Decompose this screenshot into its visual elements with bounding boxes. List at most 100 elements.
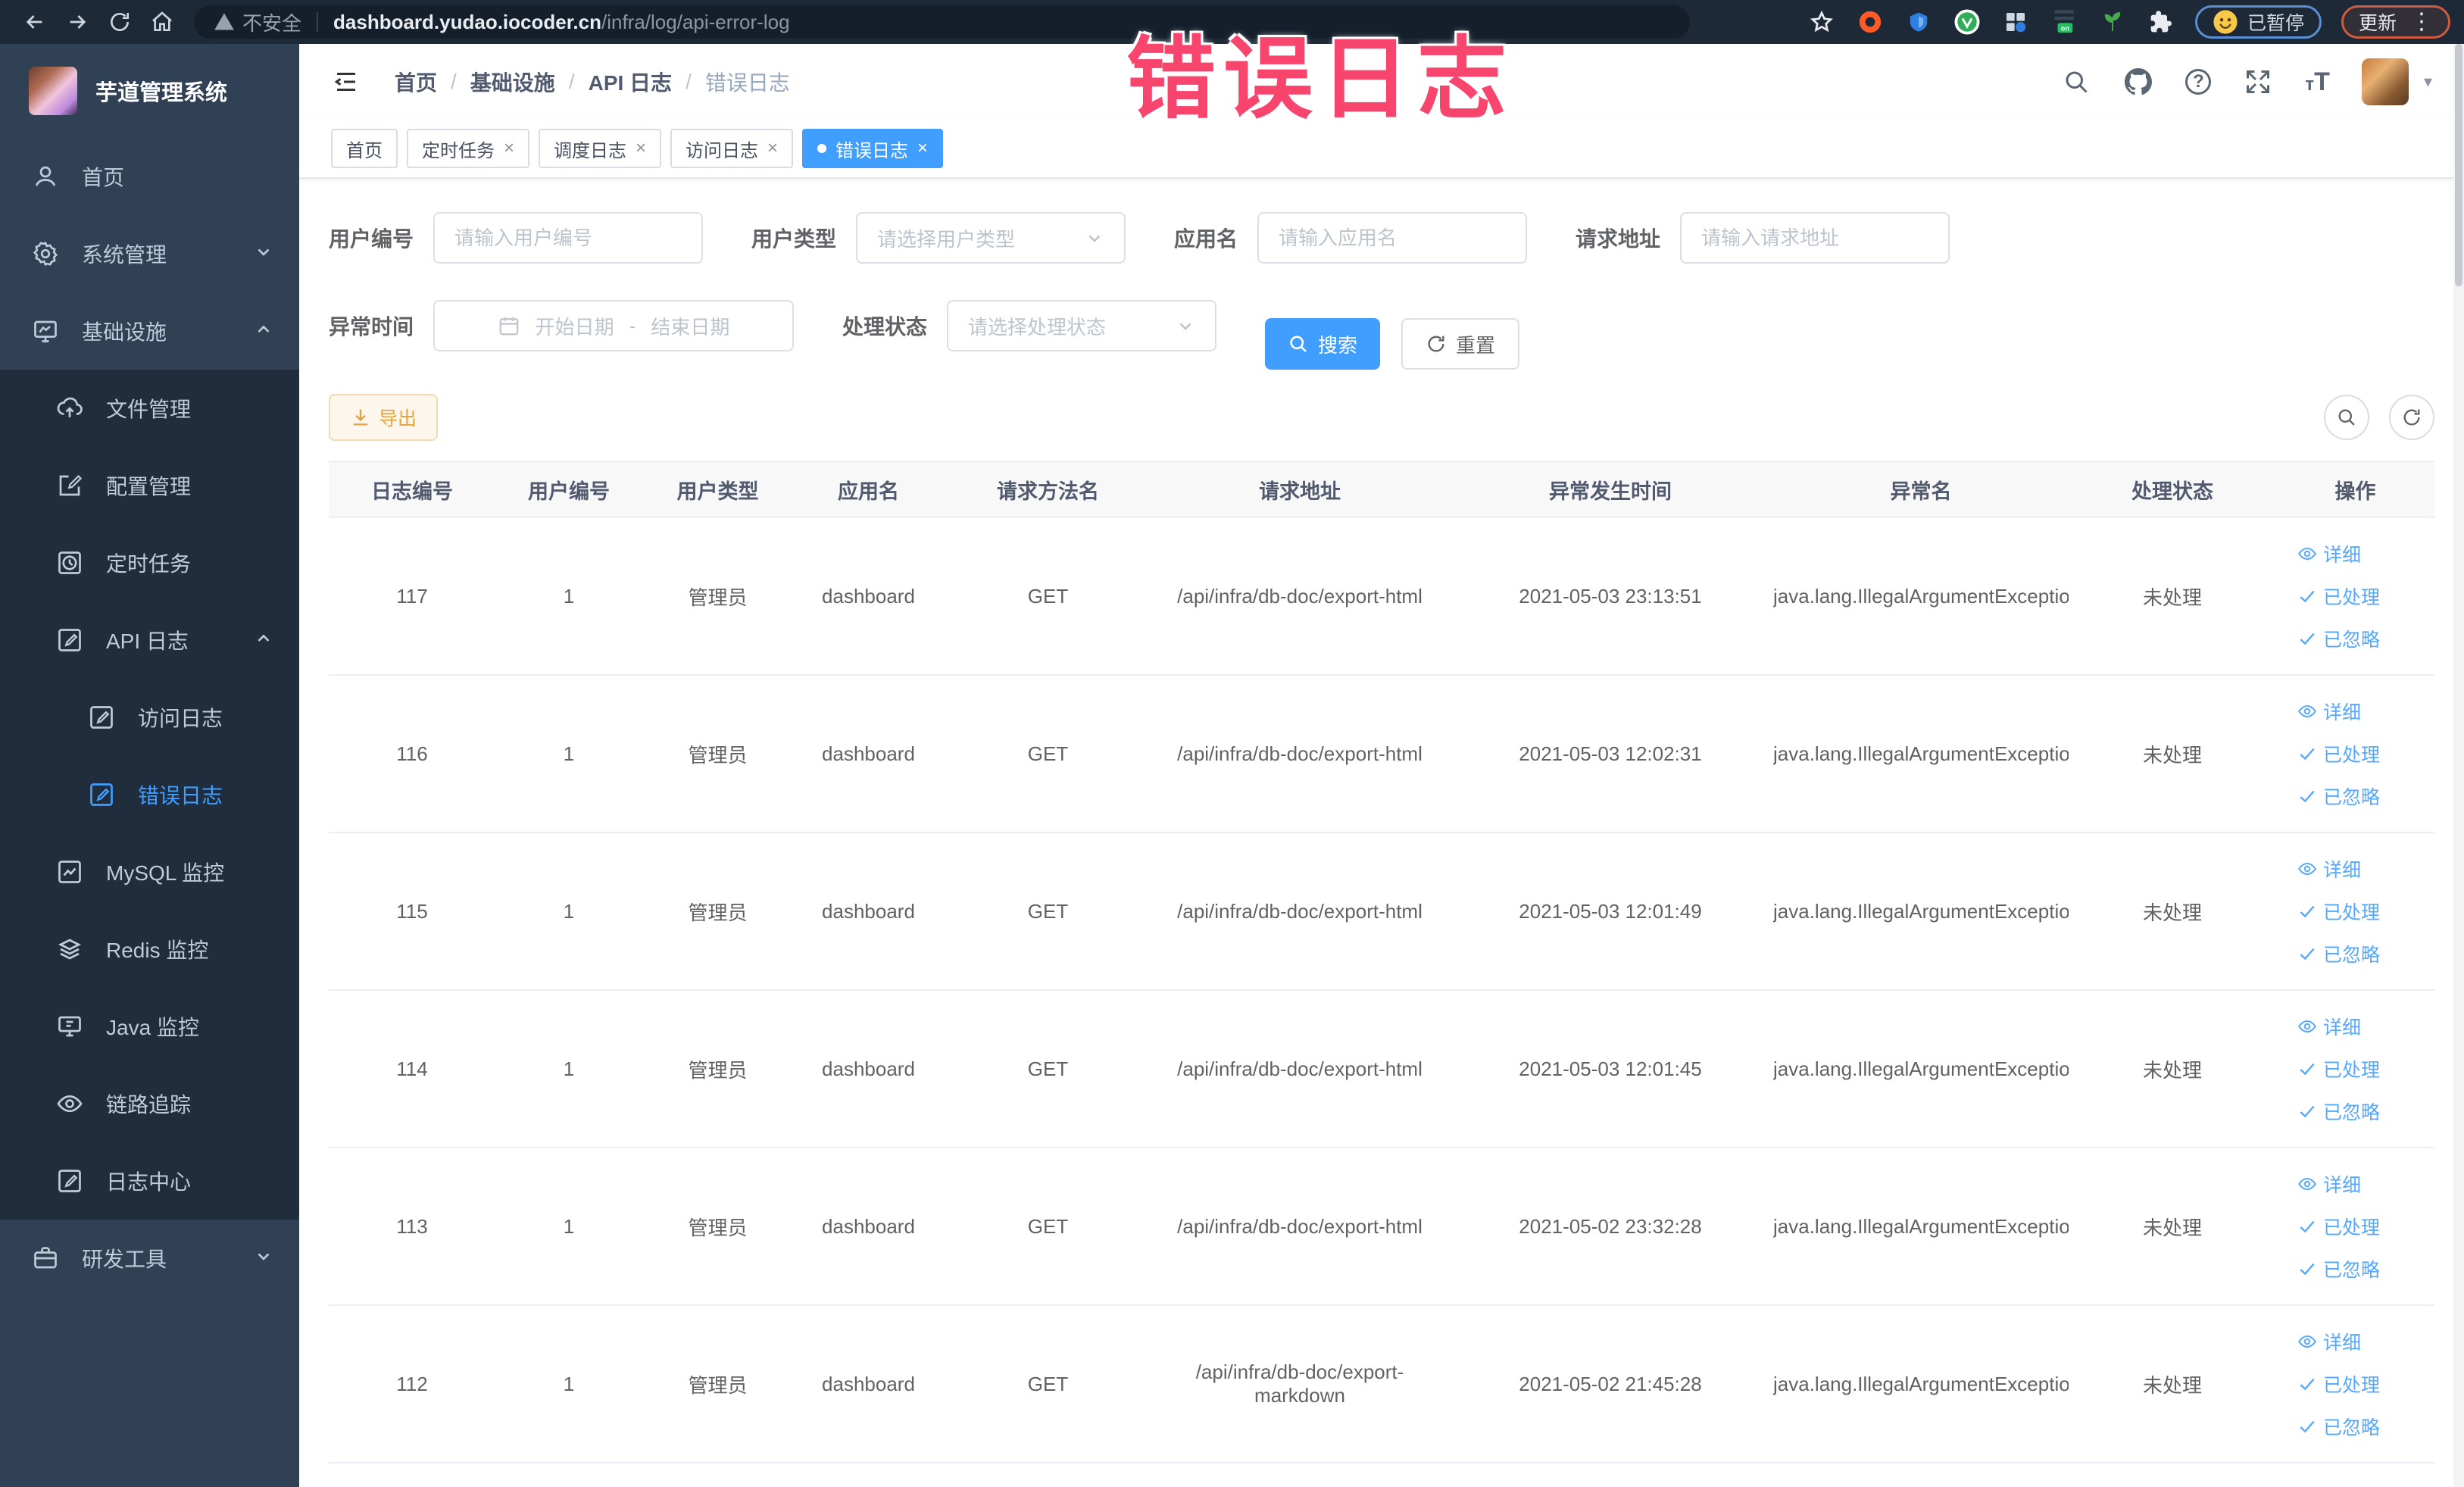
sidebar-item-dev-tools[interactable]: 研发工具	[0, 1220, 299, 1297]
browser-reload-icon[interactable]	[98, 5, 141, 39]
table-toolbar: 导出	[329, 394, 2434, 441]
sidebar-item-system[interactable]: 系统管理	[0, 215, 299, 292]
end-date-placeholder: 结束日期	[651, 315, 730, 339]
search-button[interactable]: 搜索	[1265, 318, 1381, 370]
browser-menu-icon[interactable]: ⋮	[2410, 11, 2433, 33]
github-icon[interactable]	[2123, 67, 2153, 97]
user-id-label: 用户编号	[329, 227, 414, 251]
col-app-name: 应用名	[793, 461, 944, 518]
action-detail[interactable]: 详细	[2297, 540, 2361, 567]
chevron-down-icon	[1179, 323, 1191, 330]
user-id-input[interactable]	[433, 212, 704, 264]
action-mark-processed[interactable]: 已处理	[2297, 1213, 2380, 1240]
sidebar-item-infra[interactable]: 基础设施	[0, 292, 299, 370]
refresh-table-button[interactable]	[2389, 395, 2434, 440]
browser-forward-icon[interactable]	[56, 5, 98, 39]
tab-error-log[interactable]: 错误日志 ×	[802, 129, 944, 168]
process-status-select[interactable]: 请选择处理状态	[947, 300, 1217, 351]
browser-home-icon[interactable]	[141, 5, 183, 39]
sidebar-item-error-log[interactable]: 错误日志	[0, 756, 299, 833]
extension-orange-icon[interactable]	[1856, 8, 1885, 36]
help-icon[interactable]: ?	[2185, 69, 2212, 95]
font-size-icon[interactable]: тT	[2305, 67, 2330, 97]
breadcrumb-item[interactable]: 首页	[395, 67, 437, 97]
extension-green-circle-icon[interactable]	[1953, 8, 1982, 36]
cell-user-id: 1	[495, 1305, 642, 1464]
close-icon[interactable]: ×	[636, 138, 646, 159]
sidebar-item-home[interactable]: 首页	[0, 138, 299, 215]
sidebar-fold-icon[interactable]	[331, 67, 361, 97]
paused-extension-badge[interactable]: 已暂停	[2194, 5, 2322, 39]
tab-access-log[interactable]: 访问日志 ×	[670, 129, 794, 168]
user-type-select[interactable]: 请选择用户类型	[856, 212, 1126, 264]
search-button-label: 搜索	[1318, 333, 1358, 357]
action-mark-ignored[interactable]: 已忽略	[2297, 1098, 2380, 1125]
action-mark-ignored[interactable]: 已忽略	[2297, 1413, 2380, 1440]
user-avatar[interactable]	[2361, 58, 2409, 105]
date-range-picker[interactable]: 开始日期 - 结束日期	[433, 300, 795, 351]
app-logo	[29, 67, 77, 115]
sidebar-item-label: 日志中心	[106, 1170, 192, 1194]
tab-scheduled-jobs[interactable]: 定时任务 ×	[407, 129, 530, 168]
avatar-caret-icon[interactable]: ▾	[2424, 72, 2432, 92]
action-mark-processed[interactable]: 已处理	[2297, 898, 2380, 925]
tab-schedule-log[interactable]: 调度日志 ×	[539, 129, 662, 168]
request-url-input[interactable]	[1680, 212, 1950, 264]
extension-blue-shield-icon[interactable]	[1904, 8, 1933, 36]
extensions-puzzle-icon[interactable]	[2147, 8, 2175, 36]
scrollbar-thumb[interactable]	[2455, 44, 2462, 286]
action-detail[interactable]: 详细	[2297, 1170, 2361, 1198]
col-process-status: 处理状态	[2069, 461, 2276, 518]
sidebar-item-config-manage[interactable]: 配置管理	[0, 447, 299, 524]
action-detail[interactable]: 详细	[2297, 1013, 2361, 1040]
close-icon[interactable]: ×	[504, 138, 514, 159]
extension-on-badge-icon[interactable]: on	[2050, 8, 2078, 36]
fullscreen-icon[interactable]	[2243, 67, 2273, 97]
export-button[interactable]: 导出	[329, 394, 439, 441]
sidebar-item-scheduled-jobs[interactable]: 定时任务	[0, 524, 299, 601]
action-mark-processed[interactable]: 已处理	[2297, 740, 2380, 767]
check-icon	[2300, 590, 2315, 603]
reset-button[interactable]: 重置	[1401, 318, 1520, 370]
action-label: 详细	[2323, 1017, 2362, 1039]
action-detail[interactable]: 详细	[2297, 1328, 2361, 1355]
chevron-down-icon	[254, 242, 273, 267]
action-detail[interactable]: 详细	[2297, 855, 2361, 883]
toggle-search-button[interactable]	[2324, 395, 2369, 440]
sidebar-item-access-log[interactable]: 访问日志	[0, 679, 299, 756]
bookmark-star-icon[interactable]	[1807, 8, 1836, 36]
sidebar-item-log-center[interactable]: 日志中心	[0, 1142, 299, 1220]
sidebar-item-java-monitor[interactable]: Java 监控	[0, 988, 299, 1065]
app-name-input[interactable]	[1257, 212, 1528, 264]
action-mark-ignored[interactable]: 已忽略	[2297, 783, 2380, 810]
action-detail[interactable]: 详细	[2297, 698, 2361, 725]
sidebar-item-file-manage[interactable]: 文件管理	[0, 370, 299, 447]
close-icon[interactable]: ×	[767, 138, 778, 159]
browser-back-icon[interactable]	[14, 5, 56, 39]
action-mark-processed[interactable]: 已处理	[2297, 583, 2380, 610]
sidebar-item-api-log[interactable]: API 日志	[0, 601, 299, 679]
chrome-update-button[interactable]: 更新 ⋮	[2341, 5, 2450, 39]
not-secure-warning[interactable]: 不安全	[214, 8, 301, 36]
action-mark-ignored[interactable]: 已忽略	[2297, 940, 2380, 967]
sidebar-item-tracing[interactable]: 链路追踪	[0, 1065, 299, 1142]
app-logo-row[interactable]: 芋道管理系统	[0, 44, 299, 138]
action-mark-ignored[interactable]: 已忽略	[2297, 1255, 2380, 1282]
sidebar-item-redis-monitor[interactable]: Redis 监控	[0, 911, 299, 988]
cell-process-status: 未处理	[2069, 990, 2276, 1148]
action-mark-processed[interactable]: 已处理	[2297, 1370, 2380, 1398]
page-url[interactable]: dashboard.yudao.iocoder.cn/infra/log/api…	[333, 11, 790, 34]
action-mark-processed[interactable]: 已处理	[2297, 1055, 2380, 1082]
sidebar-item-mysql-monitor[interactable]: MySQL 监控	[0, 833, 299, 911]
breadcrumb-item[interactable]: API 日志	[589, 67, 672, 97]
close-icon[interactable]: ×	[917, 138, 928, 159]
header-search-icon[interactable]	[2061, 67, 2091, 97]
breadcrumb-item[interactable]: 基础设施	[470, 67, 555, 97]
page-scrollbar[interactable]	[2453, 44, 2464, 1487]
extension-grid-icon[interactable]	[2001, 8, 2030, 36]
extension-plant-icon[interactable]	[2098, 8, 2127, 36]
tab-home[interactable]: 首页	[331, 129, 398, 168]
action-mark-ignored[interactable]: 已忽略	[2297, 625, 2380, 652]
date-separator: -	[629, 314, 636, 337]
chevron-up-icon	[254, 319, 273, 344]
